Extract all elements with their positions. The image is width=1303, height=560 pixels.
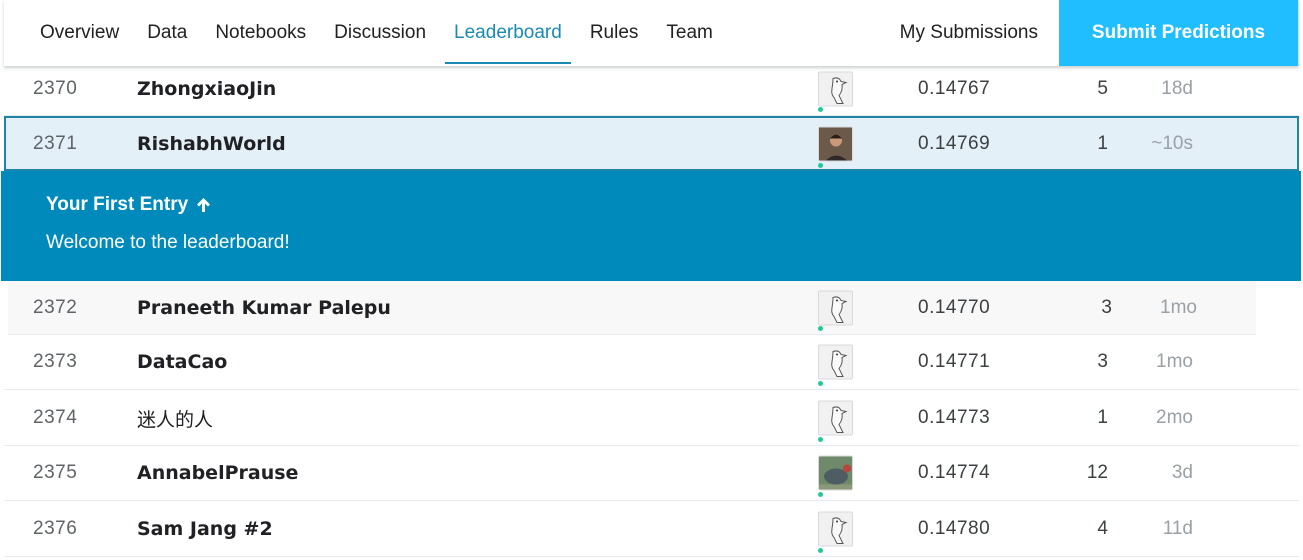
arrow-up-icon — [197, 198, 211, 212]
tier-indicator — [818, 381, 823, 386]
submit-predictions-button[interactable]: Submit Predictions — [1059, 0, 1298, 66]
score-cell: 0.14780 — [918, 518, 991, 539]
goose-avatar-icon[interactable] — [818, 290, 853, 325]
team-name[interactable]: Praneeth Kumar Palepu — [137, 281, 391, 334]
goose-avatar-icon[interactable] — [818, 71, 853, 106]
leaderboard-row-self[interactable]: 2371 RishabhWorld 0.14769 1 ~10s — [4, 116, 1299, 171]
leaderboard-row[interactable]: 2376 Sam Jang #2 0.14780 4 11d — [4, 502, 1299, 557]
tab-team[interactable]: Team — [652, 0, 726, 66]
rank-cell: 2371 — [33, 132, 78, 154]
entries-cell: 3 — [1097, 351, 1108, 372]
tab-discussion[interactable]: Discussion — [320, 0, 440, 66]
last-submission-cell: 2mo — [1156, 407, 1193, 428]
score-cell: 0.14773 — [918, 407, 991, 428]
leaderboard-row[interactable]: 2373 DataCao 0.14771 3 1mo — [4, 335, 1299, 390]
goose-avatar-icon[interactable] — [818, 511, 853, 547]
tab-leaderboard[interactable]: Leaderboard — [440, 0, 576, 66]
rank-cell: 2376 — [33, 518, 78, 539]
leaderboard-row[interactable]: 2370 ZhongxiaoJin 0.14767 5 18d — [4, 62, 1299, 116]
bird-photo-avatar[interactable] — [818, 455, 853, 491]
tab-data[interactable]: Data — [133, 0, 201, 66]
rank-cell: 2373 — [33, 351, 78, 372]
rank-cell: 2374 — [33, 407, 78, 428]
team-name[interactable]: ZhongxiaoJin — [137, 62, 276, 115]
rank-cell: 2370 — [33, 77, 78, 99]
score-cell: 0.14767 — [918, 77, 991, 99]
rank-cell: 2375 — [33, 462, 78, 483]
goose-avatar-icon[interactable] — [818, 344, 853, 380]
entries-cell: 5 — [1097, 77, 1108, 99]
team-name[interactable]: Sam Jang #2 — [137, 502, 273, 556]
goose-avatar-icon[interactable] — [818, 400, 853, 436]
tier-indicator — [818, 548, 823, 553]
user-photo-avatar[interactable] — [818, 126, 853, 161]
score-cell: 0.14774 — [918, 462, 991, 483]
tier-indicator — [818, 492, 823, 497]
rank-cell: 2372 — [33, 296, 78, 318]
entries-cell: 12 — [1086, 462, 1108, 483]
banner-message: Welcome to the leaderboard! — [46, 232, 290, 253]
tab-rules[interactable]: Rules — [576, 0, 653, 66]
competition-tabs: Overview Data Notebooks Discussion Leade… — [4, 0, 879, 66]
entries-cell: 3 — [1101, 296, 1112, 318]
score-cell: 0.14770 — [918, 296, 991, 318]
tier-indicator — [818, 163, 823, 168]
entries-cell: 4 — [1097, 518, 1108, 539]
last-submission-cell: ~10s — [1151, 132, 1193, 154]
score-cell: 0.14769 — [918, 132, 991, 154]
team-name[interactable]: DataCao — [137, 335, 227, 389]
tier-indicator — [818, 437, 823, 442]
last-submission-cell: 1mo — [1156, 351, 1193, 372]
last-submission-cell: 18d — [1161, 77, 1193, 99]
last-submission-cell: 11d — [1162, 518, 1193, 539]
banner-title-text: Your First Entry — [46, 194, 189, 215]
first-entry-banner: Your First Entry Welcome to the leaderbo… — [1, 171, 1301, 281]
leaderboard-row[interactable]: 2375 AnnabelPrause 0.14774 12 3d — [4, 446, 1299, 501]
team-name[interactable]: AnnabelPrause — [137, 446, 298, 500]
team-name[interactable]: 迷人的人 — [137, 391, 213, 445]
banner-title: Your First Entry — [46, 192, 1301, 218]
last-submission-cell: 1mo — [1160, 296, 1197, 318]
tier-indicator — [818, 326, 823, 331]
score-cell: 0.14771 — [918, 351, 991, 372]
leaderboard-row[interactable]: 2372 Praneeth Kumar Palepu 0.14770 3 1mo — [8, 281, 1256, 335]
competition-nav: Overview Data Notebooks Discussion Leade… — [4, 0, 1299, 66]
my-submissions-link[interactable]: My Submissions — [879, 0, 1059, 66]
entries-cell: 1 — [1097, 407, 1108, 428]
last-submission-cell: 3d — [1171, 462, 1193, 483]
tab-notebooks[interactable]: Notebooks — [201, 0, 320, 66]
tab-overview[interactable]: Overview — [26, 0, 133, 66]
entries-cell: 1 — [1097, 132, 1108, 154]
leaderboard-row[interactable]: 2374 迷人的人 0.14773 1 2mo — [4, 391, 1299, 446]
tier-indicator — [818, 107, 823, 112]
team-name[interactable]: RishabhWorld — [137, 118, 286, 169]
